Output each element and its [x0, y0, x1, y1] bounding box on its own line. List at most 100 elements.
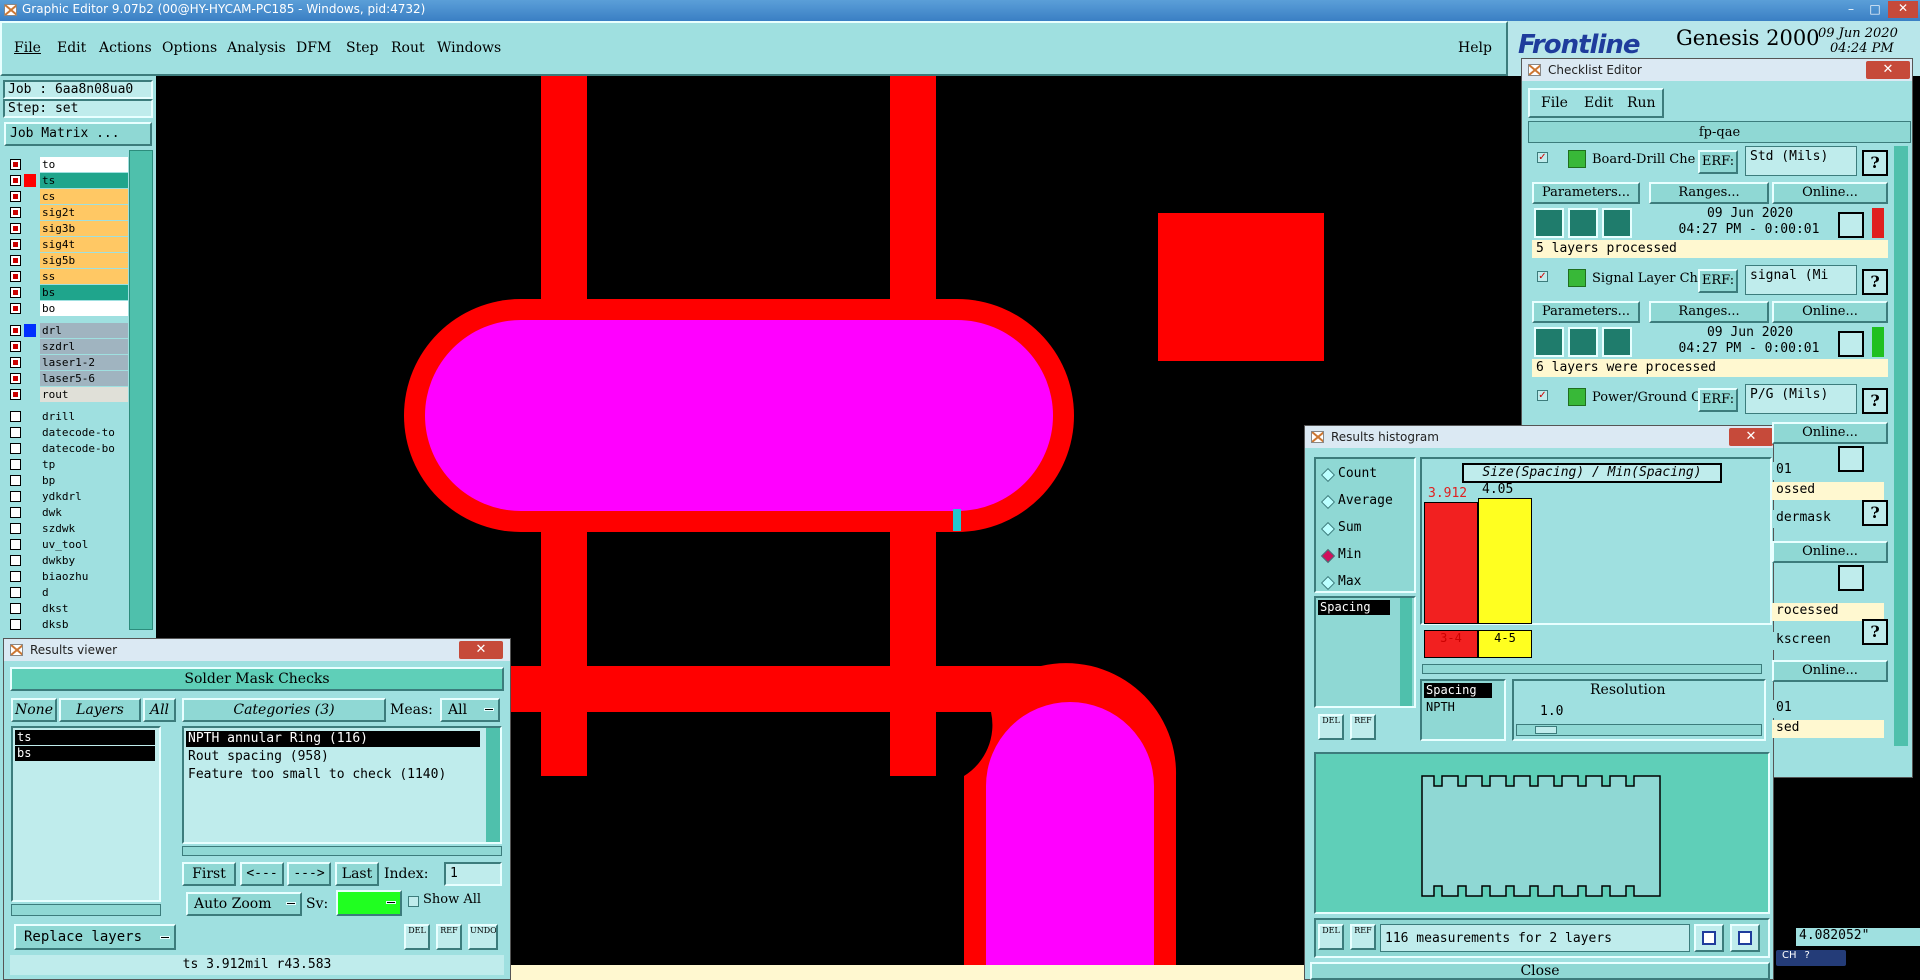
menu-rout[interactable]: Rout: [391, 40, 425, 56]
layer-name[interactable]: laser1-2: [40, 355, 128, 370]
layer-checkbox[interactable]: [10, 411, 21, 422]
layer-checkbox[interactable]: [10, 239, 21, 250]
layer-name[interactable]: uv_tool: [40, 537, 128, 552]
layer-name[interactable]: rout: [40, 387, 128, 402]
attr-item-spacing[interactable]: Spacing: [1424, 683, 1492, 698]
layer-checkbox[interactable]: [10, 223, 21, 234]
mode-label-min[interactable]: Min: [1338, 547, 1361, 562]
layer-name[interactable]: dksb: [40, 617, 128, 632]
checklist-menu-file[interactable]: File: [1541, 95, 1568, 111]
layer-row-ydkdrl[interactable]: ydkdrl: [6, 489, 128, 504]
layer-row-szdrl[interactable]: szdrl: [6, 339, 128, 354]
layer-active-indicator[interactable]: [24, 356, 36, 369]
layer-active-indicator[interactable]: [24, 222, 36, 235]
layer-active-indicator[interactable]: [24, 570, 36, 583]
layer-checkbox[interactable]: [10, 255, 21, 266]
run-icon[interactable]: [1602, 208, 1632, 238]
layer-row-bp[interactable]: bp: [6, 473, 128, 488]
layer-row-d[interactable]: d: [6, 585, 128, 600]
layer-row-to[interactable]: to: [6, 157, 128, 172]
layer-name[interactable]: datecode-bo: [40, 441, 128, 456]
layer-checkbox[interactable]: [10, 491, 21, 502]
layer-row-sig4t[interactable]: sig4t: [6, 237, 128, 252]
layer-active-indicator[interactable]: [24, 442, 36, 455]
parameters-button[interactable]: Parameters...: [1532, 182, 1640, 204]
layer-active-indicator[interactable]: [24, 270, 36, 283]
layer-active-indicator[interactable]: [24, 522, 36, 535]
layer-checkbox[interactable]: [10, 459, 21, 470]
erf-button[interactable]: ERF:: [1698, 269, 1738, 293]
layer-checkbox[interactable]: [10, 427, 21, 438]
help-icon[interactable]: ?: [1862, 150, 1888, 176]
layer-active-indicator[interactable]: [24, 388, 36, 401]
attr-item-npth[interactable]: NPTH: [1424, 700, 1455, 714]
layer-checkbox[interactable]: [10, 357, 21, 368]
mode-label-sum[interactable]: Sum: [1338, 520, 1361, 535]
layer-active-indicator[interactable]: [24, 586, 36, 599]
layer-row-ss[interactable]: ss: [6, 269, 128, 284]
undo-button[interactable]: UNDO: [468, 924, 498, 950]
none-button[interactable]: None: [11, 698, 57, 722]
layer-checkbox[interactable]: [10, 207, 21, 218]
category-scrollbar[interactable]: [486, 728, 500, 842]
menu-analysis[interactable]: Analysis: [227, 40, 286, 56]
run-icon[interactable]: [1568, 327, 1598, 357]
layer-name[interactable]: sig4t: [40, 237, 128, 252]
help-icon[interactable]: ?: [1862, 269, 1888, 295]
layer-active-indicator[interactable]: [24, 302, 36, 315]
zoom-icon[interactable]: [1838, 212, 1864, 238]
menu-file[interactable]: File: [14, 40, 41, 56]
check-enable-checkbox[interactable]: ✓: [1537, 152, 1548, 163]
measure-zoom-button[interactable]: [1694, 924, 1724, 952]
mode-label-average[interactable]: Average: [1338, 493, 1393, 508]
histogram-close-button[interactable]: Close: [1310, 962, 1770, 980]
run-icon[interactable]: [1602, 327, 1632, 357]
category-item-3[interactable]: Feature too small to check (1140): [186, 767, 446, 782]
layer-name[interactable]: szdrl: [40, 339, 128, 354]
layer-checkbox[interactable]: [10, 571, 21, 582]
layer-active-indicator[interactable]: [24, 426, 36, 439]
layer-row-dksb[interactable]: dksb: [6, 617, 128, 632]
mode-label-max[interactable]: Max: [1338, 574, 1361, 589]
online-button[interactable]: Online...: [1772, 301, 1888, 323]
category-hscroll[interactable]: [182, 846, 502, 856]
layer-name[interactable]: to: [40, 157, 128, 172]
job-matrix-button[interactable]: Job Matrix ...: [4, 122, 152, 146]
layer-checkbox[interactable]: [10, 325, 21, 336]
layer-row-szdwk[interactable]: szdwk: [6, 521, 128, 536]
layer-row-bs[interactable]: bs: [6, 285, 128, 300]
layer-checkbox[interactable]: [10, 159, 21, 170]
layer-active-indicator[interactable]: [24, 490, 36, 503]
menu-options[interactable]: Options: [162, 40, 217, 56]
histogram-del-button[interactable]: DEL: [1318, 714, 1344, 740]
zoom-icon[interactable]: [1838, 331, 1864, 357]
zoom-icon[interactable]: [1838, 446, 1864, 472]
auto-zoom-dropdown[interactable]: Auto Zoom: [186, 892, 302, 916]
layer-active-indicator[interactable]: [24, 410, 36, 423]
layer-row-bo[interactable]: bo: [6, 301, 128, 316]
layer-name[interactable]: d: [40, 585, 128, 600]
layer-active-indicator[interactable]: [24, 238, 36, 251]
online-button[interactable]: Online...: [1772, 660, 1888, 682]
measure-next-button[interactable]: [1730, 924, 1760, 952]
layer-active-indicator[interactable]: [24, 254, 36, 267]
first-button[interactable]: First: [182, 862, 236, 886]
layer-row-laser1-2[interactable]: laser1-2: [6, 355, 128, 370]
layer-active-indicator[interactable]: [24, 372, 36, 385]
layer-checkbox[interactable]: [10, 523, 21, 534]
layer-checkbox[interactable]: [10, 287, 21, 298]
layer-row-laser5-6[interactable]: laser5-6: [6, 371, 128, 386]
menu-dfm[interactable]: DFM: [296, 40, 331, 56]
layer-row-tp[interactable]: tp: [6, 457, 128, 472]
prev-button[interactable]: <---: [240, 862, 284, 886]
run-icon[interactable]: [1568, 208, 1598, 238]
last-button[interactable]: Last: [335, 862, 379, 886]
layer-scrollbar[interactable]: [129, 150, 153, 630]
layer-row-uv_tool[interactable]: uv_tool: [6, 537, 128, 552]
layer-name[interactable]: dwkby: [40, 553, 128, 568]
del-button[interactable]: DEL: [404, 924, 430, 950]
check-enable-checkbox[interactable]: ✓: [1537, 390, 1548, 401]
layer-row-dkst[interactable]: dkst: [6, 601, 128, 616]
next-button[interactable]: --->: [287, 862, 331, 886]
checklist-close-button[interactable]: ✕: [1866, 61, 1910, 79]
